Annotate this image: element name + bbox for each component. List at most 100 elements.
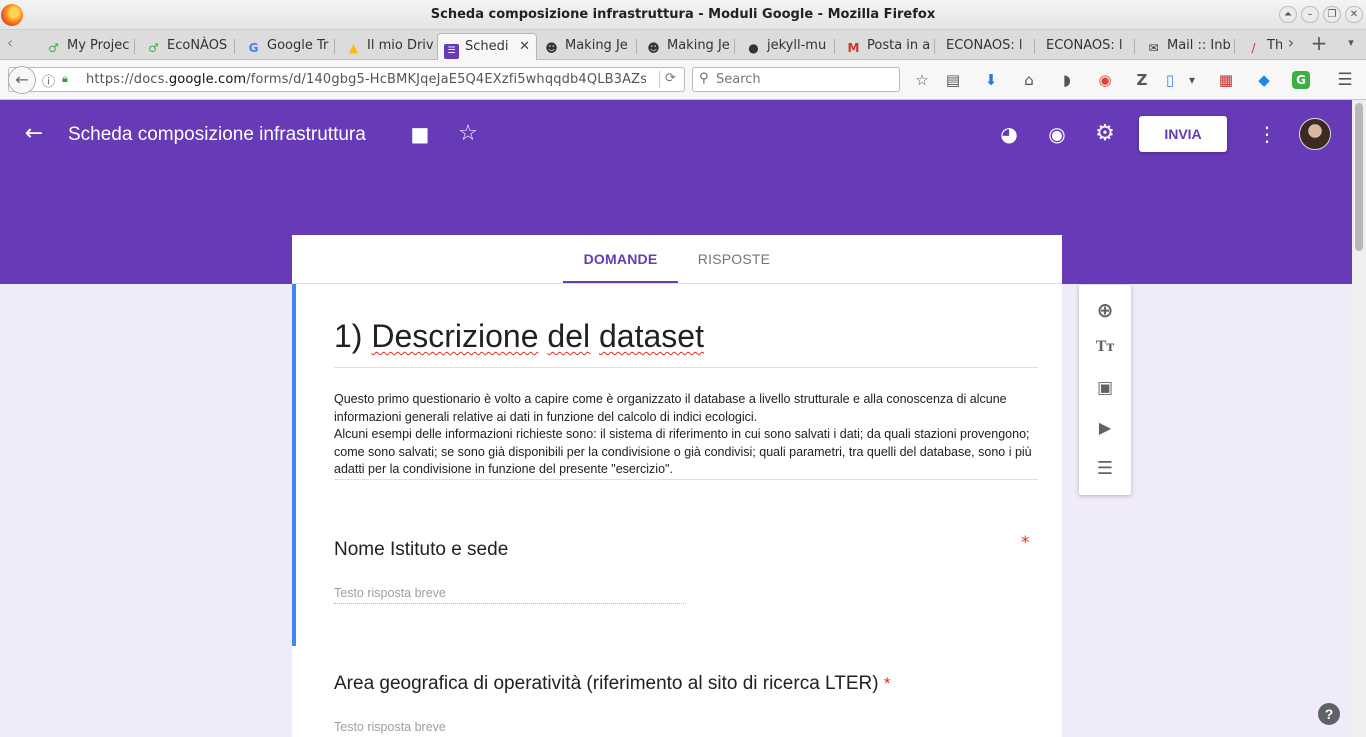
form-title[interactable]: Scheda composizione infrastruttura — [68, 124, 366, 146]
browser-tab[interactable]: ☻ Making Je — [538, 33, 634, 60]
window-maximize-icon[interactable]: ❐ — [1323, 6, 1341, 23]
jekyll-icon: ☻ — [647, 41, 660, 55]
browser-tab[interactable]: ☻ Making Je — [640, 33, 730, 60]
tab-separator — [934, 39, 935, 54]
pocket-icon[interactable]: ◗ — [1057, 70, 1077, 90]
url-text[interactable]: https://docs.google.com/forms/d/140gbg5-… — [86, 72, 646, 87]
zotero-icon[interactable]: Z — [1132, 70, 1152, 90]
mail-icon: ✉ — [1148, 41, 1159, 55]
short-answer-field[interactable] — [334, 582, 686, 604]
tabs-scroll-right-icon[interactable]: › — [1281, 33, 1301, 53]
jekyll-icon: ☻ — [545, 41, 558, 55]
browser-tab[interactable]: ✉ Mail :: Inb — [1140, 33, 1232, 60]
search-icon: ⚲ — [699, 71, 709, 86]
add-section-icon[interactable]: ☰ — [1093, 458, 1117, 482]
short-answer-field[interactable] — [334, 716, 686, 737]
settings-gear-icon[interactable]: ⚙ — [1091, 120, 1119, 148]
scrollbar-thumb[interactable] — [1355, 103, 1363, 251]
add-question-icon[interactable]: ⊕ — [1093, 298, 1117, 322]
back-arrow-icon[interactable]: ← — [8, 66, 36, 94]
tab-separator — [134, 39, 135, 54]
question-title[interactable]: Nome Istituto e sede — [334, 539, 508, 561]
avatar[interactable] — [1299, 118, 1331, 150]
browser-tabbar: ‹ ♂ My Projec ♂ EcoNÀOS G Google Tr ▲ Il mio… — [0, 30, 1366, 60]
econaos-leaf-icon: ♂ — [48, 41, 59, 55]
tab-separator — [734, 39, 735, 54]
browser-navbar: ← ⓘ 🔒︎ https://docs.google.com/forms/d/1… — [0, 60, 1366, 100]
reload-icon[interactable]: ⟳ — [665, 71, 676, 86]
econaos-leaf-icon: ♂ — [148, 41, 159, 55]
search-bar[interactable]: ⚲ Search — [692, 67, 900, 92]
extension-blue-icon[interactable]: ◆ — [1254, 70, 1274, 90]
tab-separator — [234, 39, 235, 54]
gmail-icon: M — [847, 41, 860, 55]
send-button[interactable]: INVIA — [1139, 116, 1227, 152]
browser-tab[interactable]: G Google Tr — [240, 33, 332, 60]
folder-icon[interactable]: ■ — [406, 120, 434, 148]
search-placeholder: Search — [716, 72, 761, 87]
browser-tab[interactable]: ● jekyll-mu — [740, 33, 832, 60]
question-title[interactable]: Area geografica di operatività (riferime… — [334, 673, 890, 695]
required-asterisk: * — [883, 674, 891, 693]
back-arrow-icon[interactable]: ← — [20, 120, 48, 148]
browser-tab[interactable]: ECONAOS: l — [940, 33, 1032, 60]
tab-questions[interactable]: DOMANDE — [563, 235, 678, 283]
reading-list-icon[interactable]: ▤ — [943, 70, 963, 90]
extension-icon[interactable]: ▦ — [1216, 70, 1236, 90]
palette-icon[interactable]: ◕ — [995, 120, 1023, 148]
section-title[interactable]: 1) Descrizione del dataset — [334, 318, 704, 355]
new-tab-icon[interactable]: + — [1309, 33, 1329, 53]
add-video-icon[interactable]: ▶ — [1093, 418, 1117, 442]
grammarly-icon[interactable]: G — [1292, 71, 1310, 89]
google-translate-icon: G — [248, 41, 259, 55]
tab-separator — [1034, 39, 1035, 54]
tab-separator — [334, 39, 335, 54]
side-toolbar: ⊕ Tт ▣ ▶ ☰ — [1079, 285, 1131, 495]
window-title: Scheda composizione infrastruttura - Mod… — [430, 7, 936, 22]
tab-list-icon[interactable]: ▾ — [1341, 33, 1361, 53]
google-drive-icon: ▲ — [348, 41, 359, 55]
description-underline — [334, 479, 1038, 480]
downloads-icon[interactable]: ⬇ — [981, 70, 1001, 90]
github-icon: ● — [748, 41, 759, 55]
browser-tab[interactable]: ECONAOS: l — [1040, 33, 1132, 60]
url-divider — [659, 71, 660, 88]
browser-tab[interactable]: ♂ EcoNÀOS — [140, 33, 232, 60]
add-title-icon[interactable]: Tт — [1093, 338, 1117, 362]
home-icon[interactable]: ⌂ — [1019, 70, 1039, 90]
form-card: 1) Descrizione del dataset Questo primo … — [292, 284, 1062, 737]
window-minimize-icon[interactable]: – — [1301, 6, 1319, 23]
required-asterisk: * — [1021, 533, 1030, 553]
window-close-icon[interactable]: ✕ — [1345, 6, 1363, 23]
browser-tab[interactable]: ▲ Il mio Driv — [340, 33, 434, 60]
tab-separator — [1234, 39, 1235, 54]
title-underline — [334, 367, 1038, 368]
tab-responses[interactable]: RISPOSTE — [678, 235, 790, 283]
tab-separator — [1134, 39, 1135, 54]
browser-tab[interactable]: ♂ My Projec — [40, 33, 132, 60]
menu-hamburger-icon[interactable]: ☰ — [1335, 70, 1355, 90]
document-icon[interactable]: ▯ — [1160, 70, 1180, 90]
window-up-icon[interactable]: ⏶ — [1279, 6, 1297, 23]
url-bar[interactable]: ← ⓘ 🔒︎ https://docs.google.com/forms/d/1… — [8, 66, 685, 94]
help-icon[interactable]: ? — [1318, 703, 1340, 725]
add-image-icon[interactable]: ▣ — [1093, 378, 1117, 402]
section-description[interactable]: Questo primo questionario è volto a capi… — [334, 391, 1034, 479]
browser-tab[interactable]: M Posta in a — [840, 33, 932, 60]
close-tab-icon[interactable]: ✕ — [519, 34, 530, 60]
more-vert-icon[interactable]: ⋮ — [1253, 120, 1281, 148]
tabs-scroll-left-icon[interactable]: ‹ — [0, 33, 20, 53]
bookmark-star-icon[interactable]: ☆ — [912, 70, 932, 90]
pen-icon: / — [1251, 41, 1256, 55]
browser-tab-active[interactable]: ☰ Schedi ✕ — [437, 33, 537, 60]
preview-eye-icon[interactable]: ◉ — [1043, 120, 1071, 148]
chrome-extension-icon[interactable]: ◉ — [1095, 70, 1115, 90]
site-info-icon[interactable]: ⓘ — [42, 71, 55, 90]
page-scrollbar[interactable] — [1352, 100, 1366, 737]
google-forms-icon: ☰ — [444, 44, 459, 59]
star-icon[interactable]: ☆ — [454, 120, 482, 148]
focus-indicator — [292, 284, 296, 646]
tab-separator — [636, 39, 637, 54]
browser-tab[interactable]: / Th — [1240, 33, 1282, 60]
dropdown-arrow-icon[interactable]: ▾ — [1182, 70, 1202, 90]
